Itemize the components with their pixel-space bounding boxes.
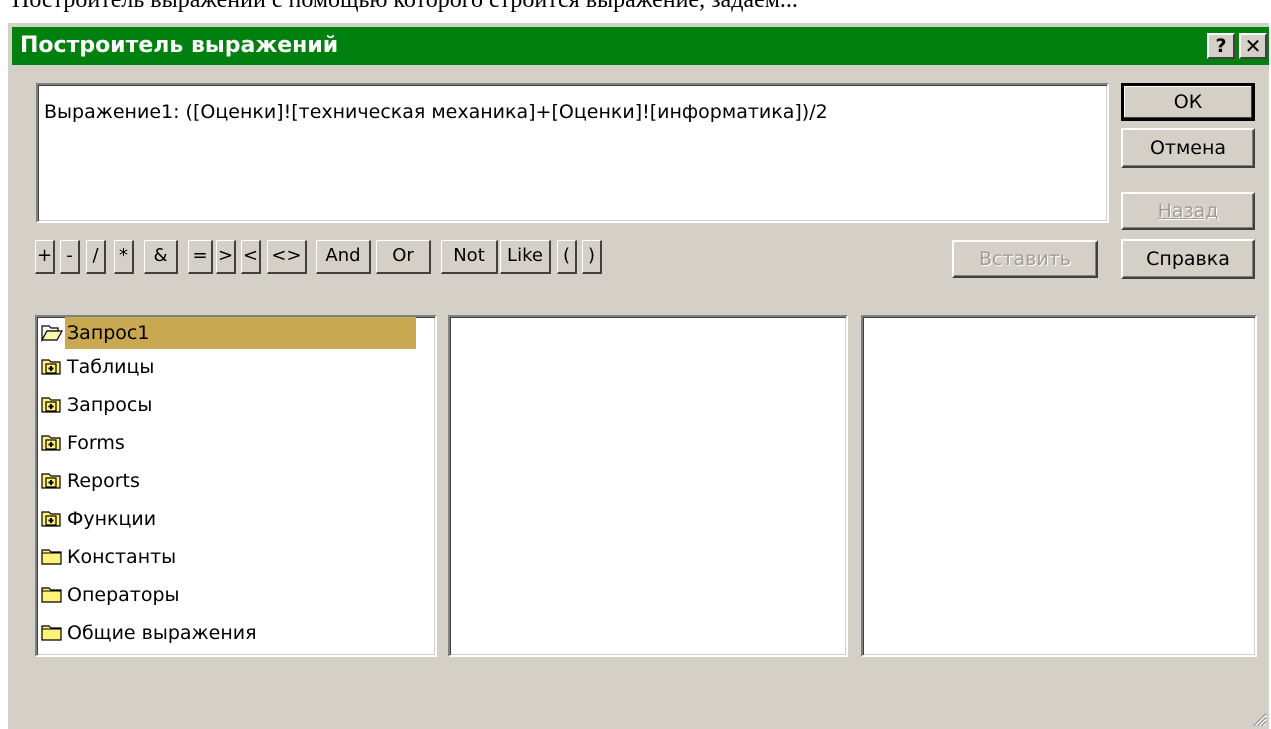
dialog-title: Построитель выражений: [20, 33, 339, 58]
expression-input[interactable]: Выражение1: ([Оценки]![техническая механ…: [36, 83, 1109, 223]
expression-text: Выражение1: ([Оценки]![техническая механ…: [44, 101, 828, 123]
object-tree-list[interactable]: Запрос1 Таблицы Запросы Forms Reports Фу…: [35, 315, 437, 657]
folder-icon: [41, 625, 62, 641]
resize-grip-icon[interactable]: [1251, 711, 1267, 727]
folder-icon: [41, 587, 62, 603]
insert-button[interactable]: Вставить: [952, 240, 1098, 278]
plus-folder-icon: [41, 397, 61, 413]
plus-folder-icon: [41, 473, 61, 489]
op-multiply-button[interactable]: *: [114, 240, 134, 274]
op-concat-button[interactable]: &: [144, 240, 178, 274]
object-values-list[interactable]: [861, 315, 1257, 657]
help-title-button[interactable]: ?: [1207, 33, 1235, 59]
tree-item-label: Запрос1: [65, 317, 416, 349]
op-like-button[interactable]: Like: [500, 240, 551, 274]
op-close-paren-button[interactable]: ): [582, 240, 602, 274]
tree-item-label: Константы: [67, 546, 177, 568]
cancel-button[interactable]: Отмена: [1121, 128, 1255, 168]
op-or-button[interactable]: Or: [376, 240, 431, 274]
close-button[interactable]: ✕: [1239, 33, 1267, 59]
op-greater-button[interactable]: >: [216, 240, 236, 274]
op-divide-button[interactable]: /: [86, 240, 106, 274]
back-button[interactable]: Назад: [1121, 192, 1255, 230]
close-icon: ✕: [1244, 34, 1262, 58]
open-folder-icon: [41, 325, 63, 342]
tree-item-label: Reports: [67, 470, 140, 492]
plus-folder-icon: [41, 359, 61, 375]
document-caption: Построитель выражений с помощью которого…: [12, 0, 798, 13]
tree-item-label: Общие выражения: [67, 622, 257, 644]
op-less-button[interactable]: <: [241, 240, 261, 274]
tree-item-label: Операторы: [67, 584, 180, 606]
tree-item-label: Запросы: [67, 394, 153, 416]
op-minus-button[interactable]: -: [60, 240, 80, 274]
tree-item-label: Функции: [67, 508, 157, 530]
op-not-equal-button[interactable]: <>: [267, 240, 307, 274]
folder-icon: [41, 549, 62, 565]
op-open-paren-button[interactable]: (: [557, 240, 577, 274]
tree-item-label: Forms: [67, 432, 125, 454]
object-contents-list[interactable]: [448, 315, 848, 657]
plus-folder-icon: [41, 511, 61, 527]
op-plus-button[interactable]: +: [35, 240, 55, 274]
op-equals-button[interactable]: =: [188, 240, 213, 274]
op-and-button[interactable]: And: [316, 240, 371, 274]
ok-button[interactable]: ОК: [1121, 83, 1255, 121]
op-not-button[interactable]: Not: [441, 240, 498, 274]
title-bar[interactable]: Построитель выражений ? ✕: [12, 27, 1269, 65]
help-button[interactable]: Справка: [1121, 239, 1255, 279]
tree-item-label: Таблицы: [67, 356, 155, 378]
plus-folder-icon: [41, 435, 61, 451]
expression-builder-dialog: Построитель выражений ? ✕ Выражение1: ([…: [7, 22, 1269, 729]
